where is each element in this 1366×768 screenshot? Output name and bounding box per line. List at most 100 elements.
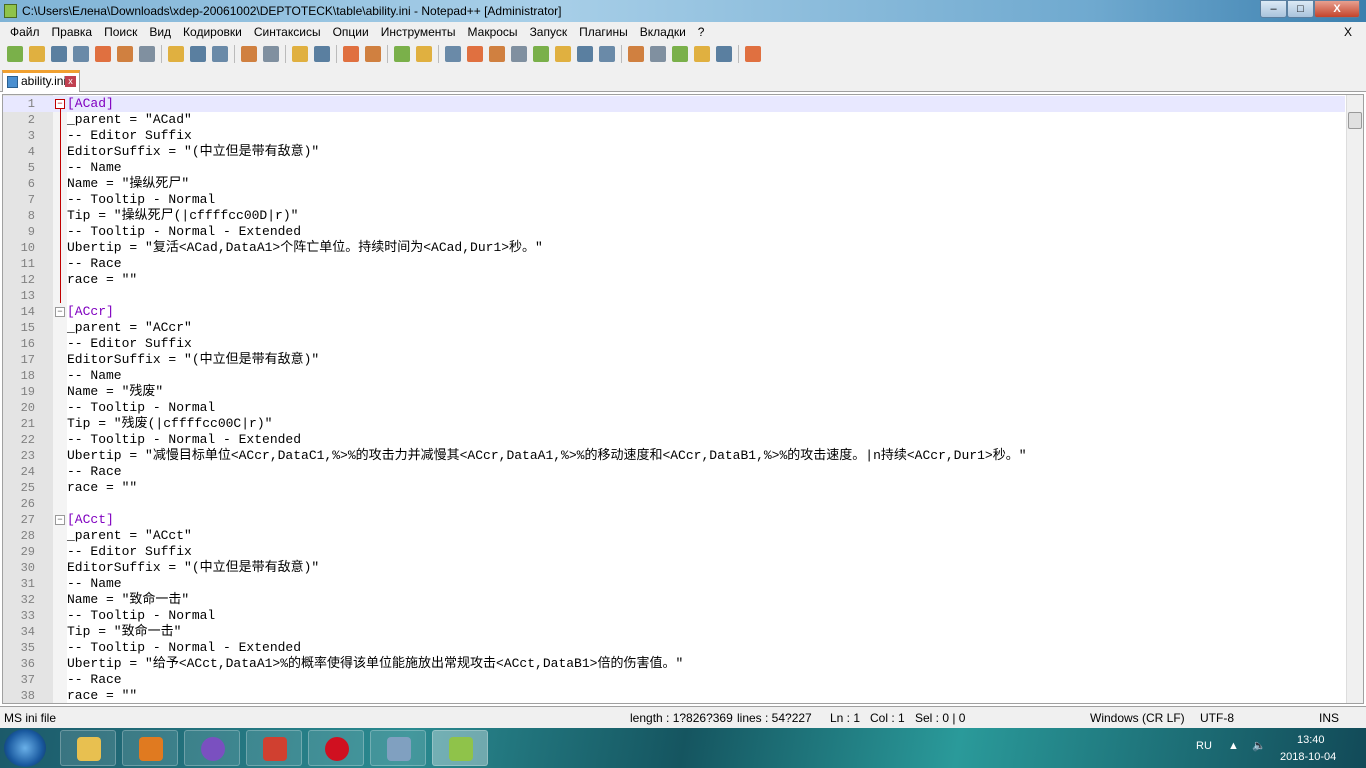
sync-v-icon[interactable] [394, 46, 410, 62]
word-wrap-icon[interactable] [445, 46, 461, 62]
doc-map-icon[interactable] [533, 46, 549, 62]
clock-date[interactable]: 2018-10-04 [1280, 751, 1336, 763]
play-icon[interactable] [672, 46, 688, 62]
volume-icon[interactable]: 🔈 [1252, 739, 1266, 752]
toolbar-separator [438, 45, 439, 63]
tray-expand-icon[interactable]: ▲ [1228, 740, 1239, 752]
menu-item-1[interactable]: Правка [46, 25, 99, 39]
maximize-button[interactable]: □ [1287, 0, 1314, 18]
taskbar-viber[interactable] [184, 730, 240, 766]
show-all-icon[interactable] [467, 46, 483, 62]
code-line: 3 -- Editor Suffix [3, 128, 1345, 144]
line-number: 38 [20, 689, 35, 703]
tab-close-icon[interactable]: x [65, 76, 76, 87]
save-macro-icon[interactable] [716, 46, 732, 62]
copy-icon[interactable] [190, 46, 206, 62]
line-number: 2 [27, 113, 35, 127]
menu-item-9[interactable]: Запуск [524, 25, 574, 39]
replace-icon[interactable] [314, 46, 330, 62]
zoom-out-icon[interactable] [365, 46, 381, 62]
toolbar-separator [387, 45, 388, 63]
open-file-icon[interactable] [29, 46, 45, 62]
line-text: -- Tooltip - Normal - Extended [67, 224, 302, 239]
line-number: 31 [20, 577, 35, 591]
line-text: -- Editor Suffix [67, 128, 192, 143]
line-text: Tip = "致命一击" [67, 624, 182, 639]
scroll-thumb[interactable] [1348, 112, 1362, 129]
close-document-button[interactable]: X [1338, 25, 1358, 39]
play-multiple-icon[interactable] [694, 46, 710, 62]
line-number: 4 [27, 145, 35, 159]
code-line: 31 -- Name [3, 576, 1345, 592]
start-button[interactable] [4, 729, 46, 767]
print-icon[interactable] [139, 46, 155, 62]
insert-mode: INS [1319, 711, 1340, 725]
menu-item-6[interactable]: Опции [327, 25, 375, 39]
stop-icon[interactable] [650, 46, 666, 62]
fold-range-line [60, 109, 61, 303]
redo-icon[interactable] [263, 46, 279, 62]
line-number: 37 [20, 673, 35, 687]
menu-item-5[interactable]: Синтаксисы [248, 25, 327, 39]
close-all-icon[interactable] [117, 46, 133, 62]
taskbar-file-explorer[interactable] [60, 730, 116, 766]
fold-toggle-icon[interactable]: − [55, 99, 65, 109]
menu-item-4[interactable]: Кодировки [177, 25, 248, 39]
menu-item-3[interactable]: Вид [143, 25, 177, 39]
line-text: race = "" [67, 688, 138, 703]
sync-h-icon[interactable] [416, 46, 432, 62]
language-indicator[interactable]: RU [1196, 740, 1212, 752]
undo-icon[interactable] [241, 46, 257, 62]
toolbar-separator [285, 45, 286, 63]
menu-item-7[interactable]: Инструменты [375, 25, 462, 39]
vertical-scrollbar[interactable] [1346, 95, 1363, 703]
zoom-in-icon[interactable] [343, 46, 359, 62]
minimize-button[interactable]: – [1260, 0, 1287, 18]
taskbar-opera[interactable] [308, 730, 364, 766]
line-number: 28 [20, 529, 35, 543]
fold-toggle-icon[interactable]: − [55, 515, 65, 525]
tab-ability-ini[interactable]: ability.ini x [2, 70, 80, 92]
toolbar-separator [161, 45, 162, 63]
editor[interactable]: 1 [ACad] −2 _parent = "ACad" 3 -- Editor Suff… [2, 94, 1364, 704]
menu-item-0[interactable]: Файл [4, 25, 46, 39]
line-text: -- Tooltip - Normal [67, 608, 216, 623]
menu-item-8[interactable]: Макросы [462, 25, 524, 39]
paste-icon[interactable] [212, 46, 228, 62]
close-icon[interactable] [95, 46, 111, 62]
toolbar-separator [234, 45, 235, 63]
close-button[interactable]: X [1314, 0, 1360, 18]
menu-item-12[interactable]: ? [692, 25, 711, 39]
taskbar-media-player[interactable] [122, 730, 178, 766]
find-icon[interactable] [292, 46, 308, 62]
line-text: EditorSuffix = "(中立但是带有敌意)" [67, 352, 320, 367]
udl-icon[interactable] [511, 46, 527, 62]
monitor-icon[interactable] [599, 46, 615, 62]
line-number: 29 [20, 545, 35, 559]
line-text: -- Tooltip - Normal [67, 192, 216, 207]
line-count: lines : 54?227 [737, 711, 812, 725]
taskbar-ccleaner[interactable] [246, 730, 302, 766]
code-line: 33 -- Tooltip - Normal [3, 608, 1345, 624]
record-icon[interactable] [628, 46, 644, 62]
title-bar: C:\Users\Елена\Downloads\xdep-20061002\D… [0, 0, 1366, 22]
tab-label: ability.ini [21, 74, 67, 88]
function-list-icon[interactable] [555, 46, 571, 62]
save-icon[interactable] [51, 46, 67, 62]
save-all-icon[interactable] [73, 46, 89, 62]
folder-workspace-icon[interactable] [577, 46, 593, 62]
line-text: -- Tooltip - Normal [67, 400, 216, 415]
taskbar-notepad-plus-plus[interactable] [432, 730, 488, 766]
menu-item-10[interactable]: Плагины [573, 25, 634, 39]
menu-item-2[interactable]: Поиск [98, 25, 143, 39]
fold-toggle-icon[interactable]: − [55, 307, 65, 317]
line-number: 26 [20, 497, 35, 511]
clock-time[interactable]: 13:40 [1297, 734, 1325, 746]
menu-item-11[interactable]: Вкладки [634, 25, 692, 39]
cut-icon[interactable] [168, 46, 184, 62]
line-number: 3 [27, 129, 35, 143]
new-file-icon[interactable] [7, 46, 23, 62]
taskbar-paint[interactable] [370, 730, 426, 766]
indent-guide-icon[interactable] [489, 46, 505, 62]
spell-check-icon[interactable] [745, 46, 761, 62]
